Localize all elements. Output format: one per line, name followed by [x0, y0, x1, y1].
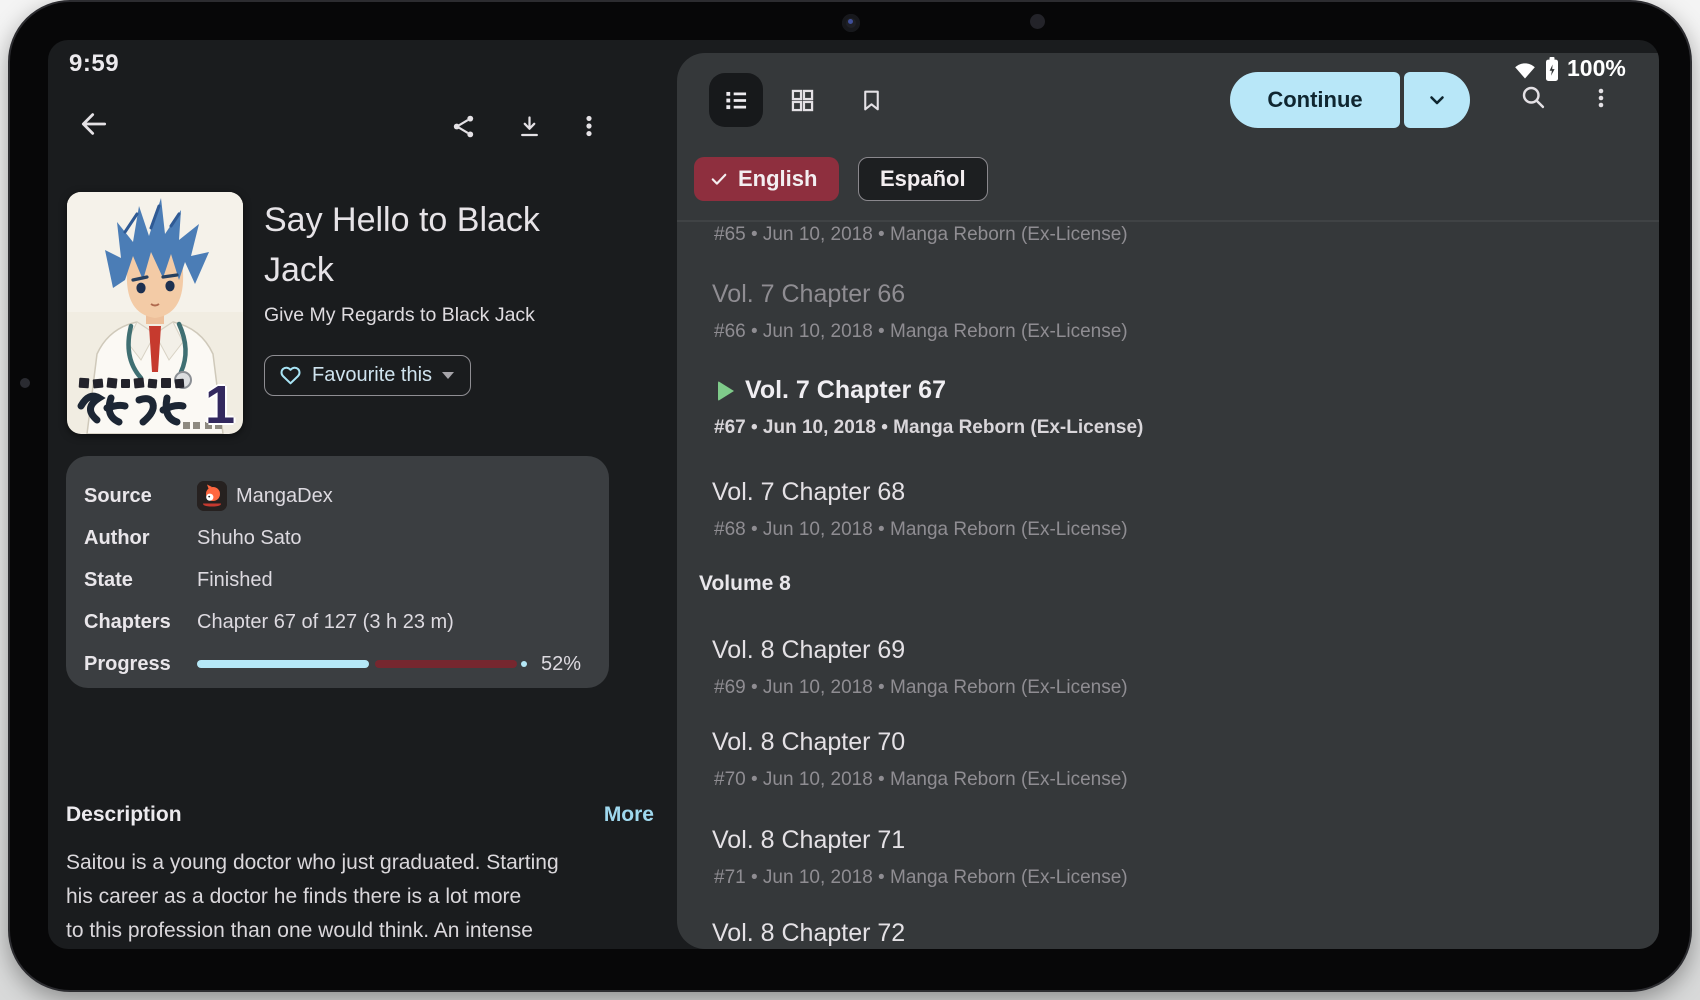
bookmark-icon [859, 88, 884, 113]
chapter-row-67-current[interactable]: Vol. 7 Chapter 67 #67 • Jun 10, 2018 • M… [712, 375, 1612, 440]
description-more-link[interactable]: More [604, 803, 654, 827]
chapter-title: Vol. 7 Chapter 68 [712, 477, 1612, 507]
chevron-down-icon [1425, 88, 1449, 112]
more-icon [1589, 86, 1613, 110]
chapter-row-68[interactable]: Vol. 7 Chapter 68 #68 • Jun 10, 2018 • M… [712, 477, 1612, 542]
share-icon [450, 113, 477, 140]
author-label: Author [84, 527, 197, 550]
chapter-title: Vol. 8 Chapter 69 [712, 635, 1612, 665]
chevron-down-icon [442, 372, 454, 379]
tablet-frame: 9:59 [8, 0, 1692, 992]
chapter-subtitle: #65 • Jun 10, 2018 • Manga Reborn (Ex-Li… [714, 223, 1612, 247]
filter-chip-espanol[interactable]: Español [858, 157, 988, 201]
continue-dropdown-button[interactable] [1404, 72, 1470, 128]
list-view-icon [723, 87, 750, 114]
continue-reading-button[interactable]: Continue [1230, 72, 1400, 128]
list-view-button[interactable] [709, 73, 763, 127]
panel-overflow-button[interactable] [1589, 86, 1613, 110]
app-screen: 9:59 [48, 40, 1659, 949]
overflow-menu-button[interactable] [576, 113, 602, 139]
mangadex-icon [197, 481, 227, 511]
system-status: 100% [1513, 55, 1626, 82]
chapter-title: Vol. 8 Chapter 70 [712, 727, 1612, 757]
chapter-title: Vol. 7 Chapter 67 [745, 375, 1612, 405]
source-label: Source [84, 485, 197, 508]
back-icon [78, 108, 110, 140]
heart-icon [279, 365, 302, 386]
chapter-row-69[interactable]: Vol. 8 Chapter 69 #69 • Jun 10, 2018 • M… [712, 635, 1612, 700]
back-button[interactable] [78, 108, 110, 140]
bookmarked-filter-button[interactable] [859, 88, 884, 113]
filter-chip-english[interactable]: English [694, 157, 839, 201]
manga-info-card: Source MangaDex Author Shuho Sato [66, 456, 609, 688]
progress-bar [197, 660, 527, 668]
favourite-label: Favourite this [312, 364, 432, 387]
chapter-row-71[interactable]: Vol. 8 Chapter 71 #71 • Jun 10, 2018 • M… [712, 825, 1612, 890]
search-icon [1519, 83, 1547, 111]
battery-icon [1545, 56, 1559, 82]
source-value[interactable]: MangaDex [197, 481, 333, 511]
chip-label: English [738, 166, 817, 192]
photo-background: 9:59 [0, 0, 1700, 1000]
description-text[interactable]: Saitou is a young doctor who just gradua… [66, 846, 618, 949]
favourite-button[interactable]: Favourite this [264, 355, 471, 396]
search-button[interactable] [1519, 83, 1547, 111]
chapter-title: Vol. 7 Chapter 66 [712, 279, 1612, 309]
chapter-subtitle: #70 • Jun 10, 2018 • Manga Reborn (Ex-Li… [714, 768, 1612, 792]
source-name: MangaDex [236, 485, 333, 508]
chapter-row-72[interactable]: Vol. 8 Chapter 72 [712, 918, 1612, 948]
front-camera-icon [842, 14, 860, 32]
check-icon [709, 169, 729, 189]
chapter-subtitle: #68 • Jun 10, 2018 • Manga Reborn (Ex-Li… [714, 518, 1612, 542]
chapters-value: Chapter 67 of 127 (3 h 23 m) [197, 611, 454, 634]
progress-label: Progress [84, 653, 197, 676]
progress-percent: 52% [541, 653, 581, 676]
chapter-row-66[interactable]: Vol. 7 Chapter 66 #66 • Jun 10, 2018 • M… [712, 279, 1612, 344]
manga-title: Say Hello to Black Jack [264, 195, 594, 295]
state-label: State [84, 569, 197, 592]
grid-view-icon [789, 87, 816, 114]
status-clock: 9:59 [69, 50, 119, 78]
chapter-title: Vol. 8 Chapter 72 [712, 918, 1612, 948]
wifi-icon [1513, 58, 1537, 80]
chapter-subtitle: #67 • Jun 10, 2018 • Manga Reborn (Ex-Li… [714, 416, 1612, 440]
chapters-label: Chapters [84, 611, 197, 634]
play-icon [718, 381, 734, 401]
cover-volume-number: 1 [205, 378, 235, 432]
download-button[interactable] [516, 113, 543, 140]
share-button[interactable] [450, 113, 477, 140]
manga-alt-title: Give My Regards to Black Jack [264, 304, 535, 327]
manga-cover[interactable]: 1 [67, 192, 243, 434]
author-value: Shuho Sato [197, 527, 302, 550]
chapter-subtitle: #66 • Jun 10, 2018 • Manga Reborn (Ex-Li… [714, 320, 1612, 344]
state-value: Finished [197, 569, 273, 592]
continue-label: Continue [1267, 87, 1362, 113]
list-divider [677, 220, 1659, 222]
progress-bar-rest [375, 660, 517, 668]
chapter-title: Vol. 8 Chapter 71 [712, 825, 1612, 855]
progress-bar-endstop [521, 661, 527, 667]
sensor-dot-icon [1030, 14, 1045, 29]
manga-details-pane: 9:59 [48, 40, 677, 949]
progress-bar-done [197, 660, 369, 668]
chapter-row-65[interactable]: #65 • Jun 10, 2018 • Manga Reborn (Ex-Li… [712, 223, 1612, 247]
chapter-row-70[interactable]: Vol. 8 Chapter 70 #70 • Jun 10, 2018 • M… [712, 727, 1612, 792]
volume-header: Volume 8 [699, 572, 791, 596]
more-icon [576, 113, 602, 139]
chip-label: Español [880, 166, 966, 192]
grid-view-button[interactable] [789, 87, 816, 114]
description-heading: Description [66, 803, 182, 827]
chapter-subtitle: #71 • Jun 10, 2018 • Manga Reborn (Ex-Li… [714, 866, 1612, 890]
download-icon [516, 113, 543, 140]
chapter-subtitle: #69 • Jun 10, 2018 • Manga Reborn (Ex-Li… [714, 676, 1612, 700]
battery-percent: 100% [1567, 55, 1626, 82]
side-camera-icon [20, 378, 30, 388]
chapters-panel: Continue 100% [677, 53, 1659, 949]
